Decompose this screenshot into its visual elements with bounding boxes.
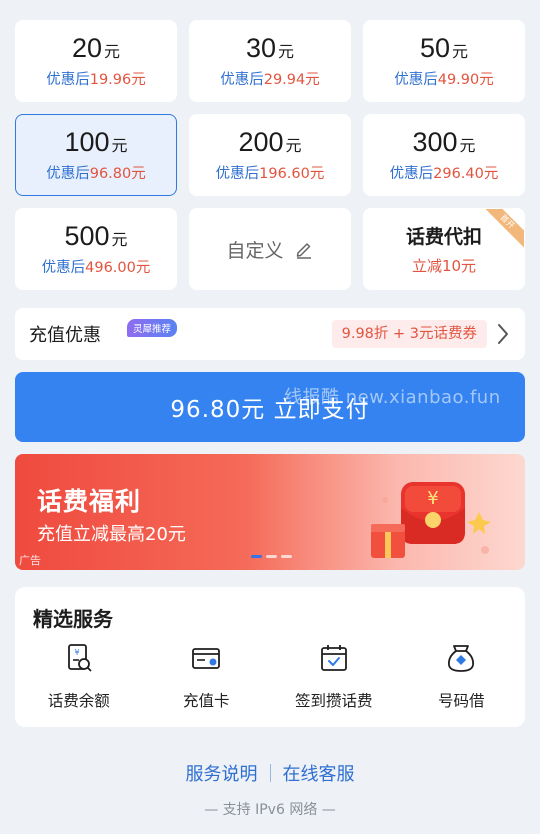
service-label: 充值卡	[182, 692, 230, 710]
service-recharge-card[interactable]: 充值卡	[143, 643, 271, 711]
recharge-page: 20 元 优惠后19.96元 30 元 优惠后29.94元 50 元 优惠后49.90…	[0, 0, 540, 834]
amount-value: 100	[64, 127, 110, 157]
amount-unit: 元	[104, 42, 121, 61]
online-support-link[interactable]: 在线客服	[283, 760, 355, 786]
amount-value: 500	[64, 221, 110, 251]
amount-grid: 20 元 优惠后19.96元 30 元 优惠后29.94元 50 元 优惠后49.90…	[15, 20, 525, 290]
discount-price: 49.90元	[437, 72, 494, 88]
amount-tile-20[interactable]: 20 元 优惠后19.96元	[15, 20, 177, 102]
amount-tile-50[interactable]: 50 元 优惠后49.90元	[363, 20, 525, 102]
amount-value: 200	[238, 127, 284, 157]
discount-prefix: 优惠后	[46, 166, 90, 182]
svg-text:¥: ¥	[74, 648, 79, 657]
amount-unit: 元	[459, 136, 476, 155]
discount-prefix: 优惠后	[394, 72, 438, 88]
discount-detail-pill: 9.98折 + 3元话费券	[331, 320, 487, 348]
amount-value: 20	[71, 33, 103, 63]
proxy-deduct-title: 话费代扣	[405, 226, 482, 248]
money-bag-icon	[448, 645, 475, 672]
service-description-link[interactable]: 服务说明	[186, 760, 258, 786]
discount-price: 29.94元	[263, 72, 320, 88]
amount-unit: 元	[278, 42, 295, 61]
amount-tile-500[interactable]: 500 元 优惠后496.00元	[15, 208, 177, 290]
proxy-deduct-subtitle: 立减10元	[411, 257, 477, 275]
recharge-discount-row[interactable]: 充值优惠 灵犀推荐 9.98折 + 3元话费券	[15, 308, 525, 360]
discount-price: 96.80元	[89, 166, 146, 182]
watermark-text: 线报酷 new.xianbao.fun	[284, 387, 501, 408]
discount-prefix: 优惠后	[41, 260, 86, 276]
red-envelope-gift-icon: ¥	[371, 482, 491, 558]
service-label: 签到攒话费	[294, 692, 373, 710]
service-balance[interactable]: ¥ 话费余额	[15, 643, 143, 711]
carousel-dot	[266, 555, 277, 558]
chevron-right-icon	[497, 323, 509, 345]
svg-text:¥: ¥	[427, 488, 438, 509]
amount-value: 300	[412, 127, 458, 157]
calendar-check-icon	[320, 645, 347, 671]
amount-value: 50	[419, 33, 451, 63]
discount-price: 496.00元	[85, 260, 151, 276]
custom-amount-tile[interactable]: 自定义	[189, 208, 351, 290]
services-heading: 精选服务	[33, 607, 113, 631]
card-icon	[192, 648, 221, 669]
carousel-dot	[251, 555, 262, 558]
amount-tile-200[interactable]: 200 元 优惠后196.60元	[189, 114, 351, 196]
link-divider	[269, 764, 271, 782]
first-time-corner-badge: 首开	[484, 209, 524, 249]
carousel-dots	[251, 555, 292, 558]
service-label: 号码借	[437, 692, 485, 710]
ad-label: 广告	[19, 554, 41, 567]
promo-banner[interactable]: 话费福利 充值立减最高20元 广告 ¥	[15, 454, 525, 570]
recommend-badge: 灵犀推荐	[127, 319, 178, 337]
promo-label: 充值优惠	[29, 325, 101, 346]
amount-unit: 元	[111, 136, 128, 155]
amount-unit: 元	[452, 42, 469, 61]
discount-prefix: 优惠后	[220, 72, 264, 88]
service-checkin[interactable]: 签到攒话费	[270, 643, 398, 711]
services-list: ¥ 话费余额 充值卡 签到攒话费 号码借	[15, 643, 525, 711]
footer-links: 服务说明 在线客服	[0, 760, 540, 786]
featured-services-card: 精选服务 ¥ 话费余额 充值卡 签到攒话费 号码借	[15, 587, 525, 727]
balance-icon: ¥	[67, 644, 92, 672]
amount-tile-300[interactable]: 300 元 优惠后296.40元	[363, 114, 525, 196]
pencil-icon	[294, 239, 314, 259]
discount-prefix: 优惠后	[215, 166, 260, 182]
proxy-deduct-tile[interactable]: 首开 话费代扣 立减10元	[363, 208, 525, 290]
service-label: 话费余额	[47, 692, 110, 710]
discount-price: 19.96元	[89, 72, 146, 88]
banner-title: 话费福利	[37, 487, 142, 516]
discount-prefix: 优惠后	[46, 72, 90, 88]
amount-unit: 元	[285, 136, 302, 155]
amount-tile-100[interactable]: 100 元 优惠后96.80元	[15, 114, 177, 196]
banner-subtitle: 充值立减最高20元	[37, 524, 186, 545]
ipv6-support-text: — 支持 IPv6 网络 —	[204, 802, 336, 818]
discount-prefix: 优惠后	[389, 166, 434, 182]
custom-amount-label: 自定义	[226, 239, 284, 262]
service-number-loan[interactable]: 号码借	[398, 643, 526, 711]
discount-price: 196.60元	[259, 166, 325, 182]
carousel-dot	[281, 555, 292, 558]
amount-unit: 元	[111, 230, 128, 249]
amount-value: 30	[245, 33, 277, 63]
discount-price: 296.40元	[433, 166, 499, 182]
amount-tile-30[interactable]: 30 元 优惠后29.94元	[189, 20, 351, 102]
